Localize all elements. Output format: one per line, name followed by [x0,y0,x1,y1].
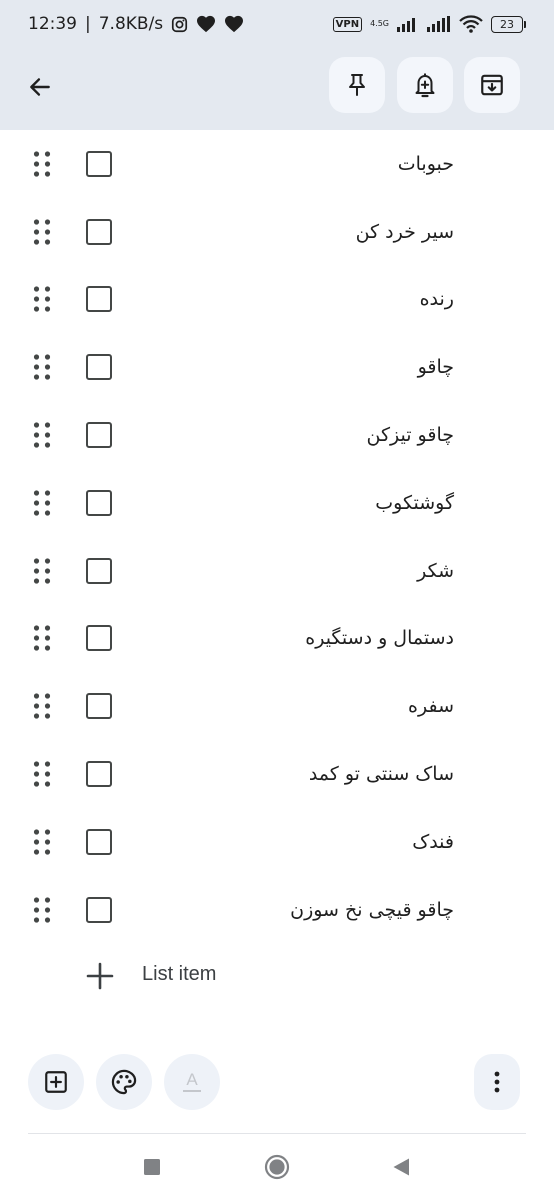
add-list-item-label: List item [142,963,217,985]
checklist-item[interactable]: فندک [0,808,554,876]
background-options-button[interactable] [96,1054,152,1110]
checklist-item[interactable]: سفره [0,672,554,740]
network-speed: 7.8KB/s [98,14,164,34]
back-button[interactable] [14,61,66,113]
item-checkbox[interactable] [86,761,112,788]
item-text[interactable]: چاقو قیچی نخ سوزن [290,899,454,921]
bell-plus-icon [415,73,435,98]
battery-indicator: 23 [491,15,526,33]
item-checkbox[interactable] [86,896,112,923]
checklist-item[interactable]: چاقو [0,333,554,401]
status-right: VPN 4.5G 23 [332,15,526,33]
add-content-button[interactable] [28,1054,84,1110]
palette-icon [111,1069,137,1095]
more-vert-icon [494,1071,500,1093]
back-arrow-icon [30,78,50,96]
recents-square-icon [144,1159,160,1175]
drag-handle-icon[interactable] [33,896,51,924]
drag-handle-icon[interactable] [33,489,51,517]
vpn-badge: VPN [332,16,363,32]
item-checkbox[interactable] [86,218,112,245]
pin-button[interactable] [329,57,385,113]
checklist-item[interactable]: گوشتکوب [0,469,554,537]
heart-icon [197,15,216,33]
item-checkbox[interactable] [86,828,112,855]
item-checkbox[interactable] [86,625,112,652]
drag-handle-icon[interactable] [33,557,51,585]
more-options-button[interactable] [474,1054,520,1110]
clock: 12:39 [28,14,77,34]
item-checkbox[interactable] [86,422,112,449]
recents-button[interactable] [139,1154,165,1180]
checklist-item[interactable]: چاقو قیچی نخ سوزن [0,876,554,944]
checklist-item[interactable]: چاقو تیزکن [0,401,554,469]
wifi-icon [459,15,483,33]
item-checkbox[interactable] [86,286,112,313]
reminder-button[interactable] [397,57,453,113]
heart-icon [225,15,244,33]
item-text[interactable]: رنده [420,288,454,310]
item-text[interactable]: شکر [417,560,454,582]
item-text[interactable]: دستمال و دستگیره [305,627,454,649]
checklist-item[interactable]: شکر [0,537,554,605]
drag-handle-icon[interactable] [33,760,51,788]
add-list-item-button[interactable]: List item [0,946,554,1006]
bottom-action-bar: A [0,1052,554,1114]
item-checkbox[interactable] [86,150,112,177]
drag-handle-icon[interactable] [33,421,51,449]
item-text[interactable]: حبوبات [398,153,454,175]
status-left: 12:39 | 7.8KB/s [28,14,244,34]
drag-handle-icon[interactable] [33,353,51,381]
drag-handle-icon[interactable] [33,828,51,856]
item-checkbox[interactable] [86,354,112,381]
drag-handle-icon[interactable] [33,150,51,178]
item-checkbox[interactable] [86,489,112,516]
item-text[interactable]: سفره [408,695,454,717]
home-button[interactable] [264,1154,290,1180]
checklist-item[interactable]: رنده [0,266,554,334]
item-text[interactable]: چاقو تیزکن [367,424,455,446]
battery-nub [524,20,526,28]
checklist-item[interactable]: ساک سنتی تو کمد [0,740,554,808]
signal-icon [427,16,450,32]
checklist-item[interactable]: حبوبات [0,130,554,198]
svg-text:A: A [186,1070,198,1089]
text-format-button[interactable]: A [164,1054,220,1110]
item-text[interactable]: سیر خرد کن [356,221,454,243]
item-text[interactable]: گوشتکوب [375,492,454,514]
text-format-icon: A [183,1070,201,1092]
item-checkbox[interactable] [86,557,112,584]
system-nav-bar [0,1134,554,1200]
drag-handle-icon[interactable] [33,692,51,720]
item-text[interactable]: چاقو [418,356,454,378]
network-type: 4.5G [370,19,389,28]
drag-handle-icon[interactable] [33,624,51,652]
item-text[interactable]: فندک [412,831,454,853]
instagram-icon [172,16,188,32]
plus-icon [86,962,114,990]
archive-button[interactable] [464,57,520,113]
signal-icon [397,18,415,32]
pin-icon [349,74,365,96]
archive-icon [481,74,503,96]
drag-handle-icon[interactable] [33,218,51,246]
add-box-icon [45,1071,67,1093]
checklist: حبوبات سیر خرد کن رنده چاقو چاقو تیزکن گ… [0,130,554,944]
status-bar: 12:39 | 7.8KB/s VPN 4.5G 23 [0,0,554,48]
editor-toolbar [0,48,554,130]
status-separator: | [85,14,91,34]
back-nav-button[interactable] [388,1154,414,1180]
battery-level: 23 [491,15,523,33]
checklist-item[interactable]: سیر خرد کن [0,198,554,266]
home-circle-icon [264,1154,290,1180]
drag-handle-icon[interactable] [33,285,51,313]
item-text[interactable]: ساک سنتی تو کمد [309,763,454,785]
item-checkbox[interactable] [86,693,112,720]
back-triangle-icon [393,1158,409,1176]
checklist-item[interactable]: دستمال و دستگیره [0,605,554,673]
